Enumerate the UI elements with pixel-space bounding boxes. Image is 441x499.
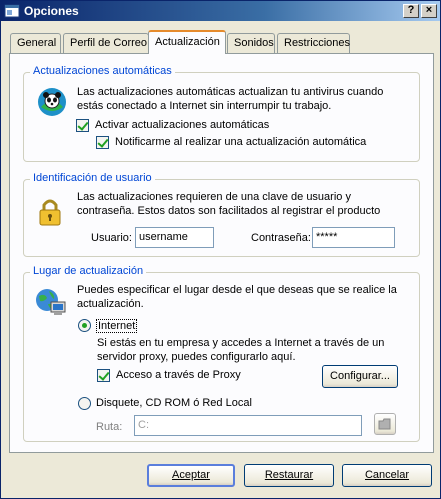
configure-button[interactable]: Configurar...	[322, 365, 398, 388]
proxy-label[interactable]: Acceso a través de Proxy	[116, 369, 241, 381]
user-id-group: Identificación de usuario Las actualizac…	[23, 172, 420, 257]
window-title: Opciones	[24, 4, 79, 18]
disk-label[interactable]: Disquete, CD ROM ó Red Local	[96, 397, 252, 409]
accept-button[interactable]: Aceptar	[147, 464, 235, 487]
panda-icon	[38, 88, 66, 116]
location-desc-1: Puedes especificar el lugar desde el que…	[77, 284, 397, 296]
auto-updates-desc-1: Las actualizaciones automáticas actualiz…	[77, 86, 384, 98]
app-window-icon	[4, 4, 20, 18]
accept-label: Aceptar	[172, 469, 210, 481]
tab-perfil-correo[interactable]: Perfil de Correo	[63, 33, 149, 53]
user-id-title: Identificación de usuario	[30, 172, 155, 184]
user-id-desc-1: Las actualizaciones requieren de una cla…	[77, 191, 351, 203]
notify-label[interactable]: Notificarme al realizar una actualizació…	[115, 136, 366, 148]
globe-computer-icon	[36, 289, 66, 315]
internet-desc-2: servidor proxy, puedes configurarlo aquí…	[97, 351, 296, 363]
tab-actualizacion[interactable]: Actualización	[148, 30, 226, 54]
lock-icon	[39, 199, 61, 226]
activate-auto-updates-checkbox[interactable]	[76, 119, 89, 132]
folder-icon	[378, 418, 391, 430]
auto-updates-title: Actualizaciones automáticas	[30, 65, 175, 77]
restore-label: Restaurar	[264, 469, 314, 481]
user-input[interactable]: username	[135, 227, 214, 248]
activate-auto-updates-label[interactable]: Activar actualizaciones automáticas	[95, 119, 269, 131]
tab-panel: Actualizaciones automáticas Las actualiz…	[9, 53, 434, 453]
auto-updates-desc-2: estás conectado a Internet sin interrump…	[77, 100, 332, 112]
path-input[interactable]: C:	[134, 415, 362, 436]
password-input[interactable]: *****	[312, 227, 395, 248]
tab-restricciones[interactable]: Restricciones	[277, 33, 350, 53]
internet-label[interactable]: Internet	[96, 319, 138, 333]
internet-desc-1: Si estás en tu empresa y accedes a Inter…	[97, 337, 385, 349]
title-bar[interactable]: Opciones ? ×	[1, 1, 440, 21]
update-location-title: Lugar de actualización	[30, 265, 147, 277]
help-button[interactable]: ?	[403, 4, 419, 18]
disk-radio[interactable]	[78, 397, 91, 410]
notify-checkbox[interactable]	[96, 136, 109, 149]
cancel-label: Cancelar	[364, 469, 410, 481]
update-location-group: Lugar de actualización Puedes especifica…	[23, 265, 420, 442]
password-label: Contraseña:	[251, 232, 311, 244]
path-label: Ruta:	[96, 421, 123, 433]
tab-general[interactable]: General	[10, 33, 61, 53]
internet-radio[interactable]	[78, 319, 91, 332]
cancel-button[interactable]: Cancelar	[342, 464, 432, 487]
user-label: Usuario:	[91, 232, 132, 244]
user-id-desc-2: contraseña. Estos datos son facilitados …	[77, 205, 381, 217]
restore-button[interactable]: Restaurar	[244, 464, 334, 487]
browse-button[interactable]	[374, 413, 396, 435]
options-window: Opciones ? × General Perfil de Correo Ac…	[0, 0, 441, 499]
close-button[interactable]: ×	[421, 4, 437, 18]
tab-sonidos[interactable]: Sonidos	[227, 33, 275, 53]
location-desc-2: actualización.	[77, 298, 144, 310]
proxy-checkbox[interactable]	[97, 369, 110, 382]
auto-updates-group: Actualizaciones automáticas Las actualiz…	[23, 65, 420, 162]
